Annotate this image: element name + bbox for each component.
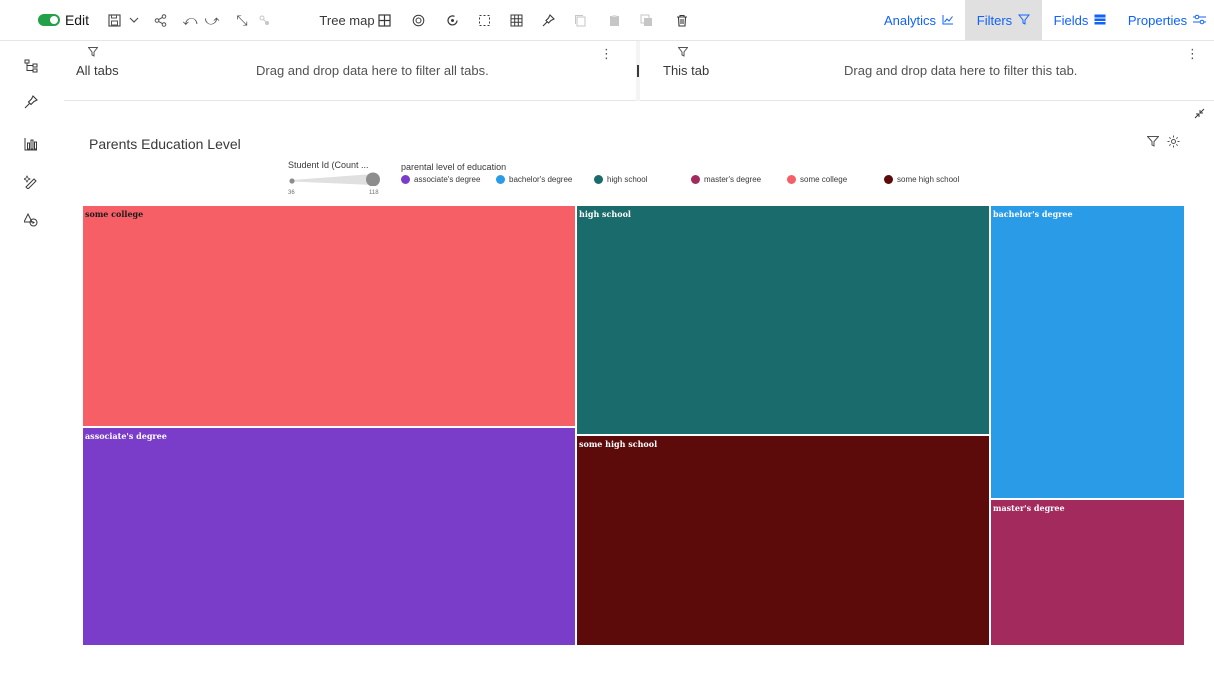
- paste-icon[interactable]: [604, 0, 624, 40]
- copy-icon[interactable]: [570, 0, 590, 40]
- legend-item[interactable]: some high school: [884, 175, 959, 184]
- target-icon[interactable]: [408, 0, 428, 40]
- pin-icon[interactable]: [538, 0, 558, 40]
- chevron-down-icon[interactable]: [124, 0, 144, 40]
- sliders-icon: [1193, 13, 1207, 28]
- this-tab-label: This tab: [663, 63, 710, 78]
- legend-label: some college: [800, 175, 848, 184]
- legend-label: some high school: [897, 175, 960, 184]
- filters-button[interactable]: Filters: [965, 0, 1042, 40]
- legend-swatch: [496, 175, 505, 184]
- visualization-title: Parents Education Level: [89, 136, 241, 152]
- analytics-label: Analytics: [883, 12, 937, 28]
- legend-label: bachelor's degree: [509, 175, 573, 184]
- delete-icon[interactable]: [672, 0, 692, 40]
- linked-icon[interactable]: [254, 0, 274, 40]
- save-icon[interactable]: [104, 0, 124, 40]
- fields-button[interactable]: Fields: [1048, 0, 1112, 40]
- line-chart-icon: [942, 13, 954, 28]
- overflow-menu-icon[interactable]: ⋮: [600, 46, 613, 62]
- treemap-tile-label: bachelor's degree: [993, 209, 1073, 219]
- analytics-button[interactable]: Analytics: [878, 0, 960, 40]
- legend-label: high school: [607, 175, 648, 184]
- legend-swatch: [594, 175, 603, 184]
- color-legend-title: parental level of education: [401, 162, 507, 172]
- redo-icon[interactable]: ⤻: [202, 0, 222, 40]
- treemap-tile-label: some high school: [579, 439, 658, 449]
- funnel-icon: [1018, 13, 1031, 28]
- collapse-icon[interactable]: ⤡: [232, 0, 252, 40]
- size-legend-scale: [288, 172, 382, 187]
- edit-label[interactable]: Edit: [64, 0, 90, 40]
- size-legend-title: Student Id (Count ...: [288, 160, 369, 170]
- funnel-icon: [87, 47, 99, 60]
- overflow-menu-icon[interactable]: ⋮: [1186, 46, 1199, 62]
- treemap-tile-label: some college: [85, 209, 144, 219]
- treemap-chart: some college associate's degree high schoo…: [82, 205, 1185, 646]
- fields-icon: [1094, 13, 1106, 28]
- legend-swatch: [787, 175, 796, 184]
- treemap-tile-label: master's degree: [993, 503, 1065, 513]
- treemap-tile-label: high school: [579, 209, 631, 219]
- magic-icon[interactable]: [20, 171, 42, 193]
- undo-icon[interactable]: ⤺: [180, 0, 200, 40]
- legend-item[interactable]: bachelor's degree: [496, 175, 572, 184]
- resize-handle[interactable]: [637, 65, 639, 77]
- table-icon[interactable]: [506, 0, 526, 40]
- properties-label: Properties: [1127, 12, 1188, 28]
- all-tabs-label: All tabs: [76, 63, 119, 78]
- all-tabs-drop-hint: Drag and drop data here to filter all ta…: [256, 63, 489, 78]
- legend-swatch: [691, 175, 700, 184]
- legend-swatch: [884, 175, 893, 184]
- left-rail: [0, 41, 64, 676]
- duplicate-icon[interactable]: [636, 0, 656, 40]
- treemap-tile[interactable]: associate's degree: [82, 427, 576, 646]
- legend-label: associate's degree: [414, 175, 481, 184]
- treemap-tile[interactable]: high school: [576, 205, 990, 435]
- filters-label: Filters: [976, 12, 1013, 28]
- this-tab-drop-hint: Drag and drop data here to filter this t…: [844, 63, 1078, 78]
- size-legend-min: 36: [288, 190, 295, 196]
- size-legend-max: 118: [369, 190, 379, 196]
- treemap-tile[interactable]: master's degree: [990, 499, 1185, 646]
- all-tabs-filter-zone[interactable]: All tabs Drag and drop data here to filt…: [64, 41, 636, 101]
- toolbar: Edit ⤺ ⤻ ⤡ Tree map Analytics Filters Fi…: [0, 0, 1214, 41]
- treemap-tile-label: associate's degree: [85, 431, 167, 441]
- pin-icon[interactable]: [20, 91, 42, 113]
- legend-item[interactable]: associate's degree: [401, 175, 480, 184]
- properties-button[interactable]: Properties: [1124, 0, 1210, 40]
- select-icon[interactable]: [474, 0, 494, 40]
- fields-label: Fields: [1053, 12, 1089, 28]
- legend-item[interactable]: master's degree: [691, 175, 761, 184]
- this-tab-filter-zone[interactable]: This tab Drag and drop data here to filt…: [640, 41, 1214, 101]
- legend-item[interactable]: some college: [787, 175, 847, 184]
- legend-swatch: [401, 175, 410, 184]
- legend-label: master's degree: [704, 175, 762, 184]
- treemap-tile[interactable]: some high school: [576, 435, 990, 646]
- collapse-icon[interactable]: [1194, 108, 1205, 122]
- treemap-tile[interactable]: bachelor's degree: [990, 205, 1185, 499]
- gear-icon[interactable]: [1167, 135, 1180, 151]
- shapes-icon[interactable]: [20, 209, 42, 231]
- treemap-tile[interactable]: some college: [82, 205, 576, 427]
- refresh-icon[interactable]: [442, 0, 462, 40]
- share-icon[interactable]: [150, 0, 170, 40]
- funnel-icon: [677, 47, 689, 60]
- hierarchy-icon[interactable]: [20, 55, 42, 77]
- filter-bar: All tabs Drag and drop data here to filt…: [64, 41, 1214, 101]
- funnel-icon[interactable]: [1146, 135, 1160, 150]
- visualization-type-label[interactable]: Tree map: [319, 0, 375, 40]
- edit-toggle[interactable]: [38, 14, 60, 26]
- legend-item[interactable]: high school: [594, 175, 647, 184]
- chart-icon[interactable]: [20, 133, 42, 155]
- treemap-icon[interactable]: [374, 0, 394, 40]
